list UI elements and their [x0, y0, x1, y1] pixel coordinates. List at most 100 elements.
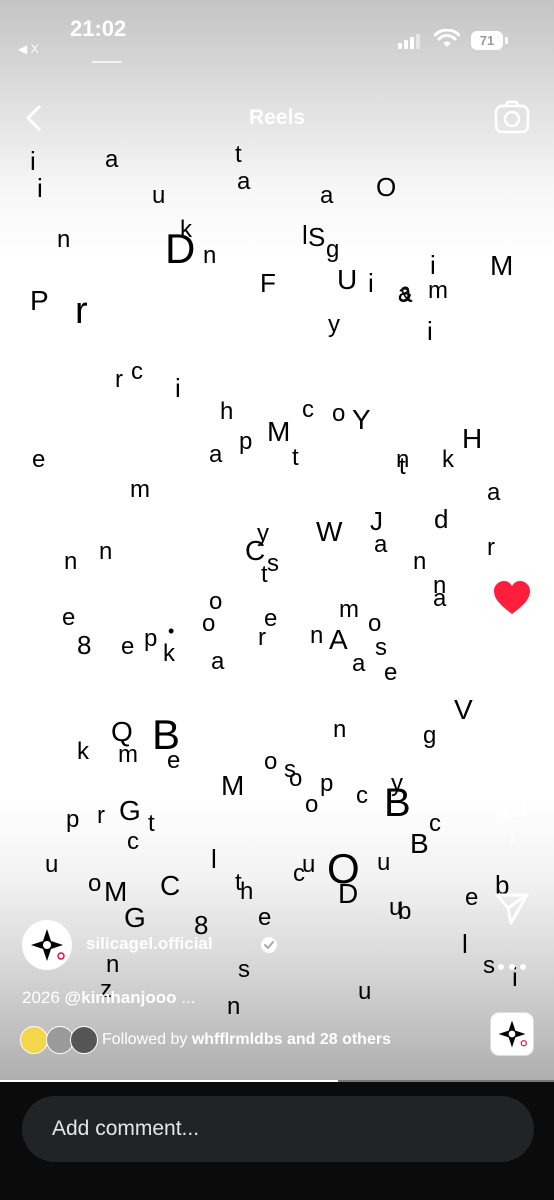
video-letter: t — [399, 453, 406, 480]
status-time: 21:02 — [70, 16, 127, 41]
video-letter: i — [427, 316, 433, 346]
video-letter: e — [465, 884, 479, 911]
video-letter: u — [152, 182, 166, 209]
video-letter: n — [64, 548, 78, 575]
video-letter: • — [168, 621, 175, 641]
video-letter: l — [211, 844, 217, 874]
author-avatar[interactable] — [22, 920, 72, 970]
video-letter: & — [398, 282, 413, 307]
video-letter: t — [292, 444, 299, 471]
video-letter: k — [163, 640, 175, 667]
share-button[interactable] — [480, 890, 544, 931]
caption-text: 2026 — [22, 988, 65, 1007]
reel-screen[interactable]: i a t i a u a On k Dl Sg n i M F Ui a & m Pr y i r c i h c o Y M Ha p t n… — [0, 0, 554, 1200]
video-letter: 8 — [77, 630, 92, 660]
video-letter: a — [487, 479, 501, 506]
video-letter: o — [88, 870, 102, 897]
caption-mention[interactable]: @kimhanjooo — [65, 988, 177, 1007]
video-letter: Y — [352, 404, 371, 435]
wifi-icon — [434, 29, 460, 47]
video-letter: i — [30, 146, 36, 176]
like-button[interactable]: Likes — [480, 580, 544, 638]
video-letter: a — [209, 441, 223, 468]
video-letter: n — [413, 548, 427, 575]
followed-user[interactable]: whfflrmldbs — [192, 1031, 283, 1048]
video-letter: e — [258, 904, 272, 931]
video-letter: c — [356, 782, 368, 809]
followed-suffix: and 28 others — [282, 1031, 391, 1048]
video-letter: a — [433, 585, 447, 612]
video-letter: e — [121, 633, 135, 660]
comment-input[interactable] — [22, 1096, 534, 1162]
video-letter: e — [62, 604, 76, 631]
video-letter: r — [487, 534, 495, 561]
battery-indicator: 71 — [471, 31, 503, 50]
video-letter: y — [328, 311, 340, 338]
video-letter: n — [227, 993, 241, 1020]
video-letter: V — [454, 694, 473, 725]
audio-thumbnail[interactable] — [490, 1012, 534, 1056]
video-letter: o — [305, 791, 319, 818]
reposts-count: 1 — [507, 829, 517, 846]
video-letter: n — [57, 226, 71, 253]
author-username[interactable]: silicagel.official — [86, 934, 213, 954]
video-letter: g — [326, 236, 340, 263]
camera-icon[interactable] — [494, 100, 530, 134]
video-letter: p — [320, 770, 334, 797]
video-letter: n — [106, 951, 120, 978]
video-letter: r — [75, 290, 88, 332]
video-letter: s — [238, 956, 250, 983]
video-letter: u — [377, 849, 391, 876]
video-letter: m — [118, 741, 138, 768]
reel-video-letters: i a t i a u a On k Dl Sg n i M F Ui a & m Pr y i r c i h c o Y M Ha p t n… — [0, 0, 554, 1080]
video-letter: B — [384, 781, 411, 825]
video-letter: i — [430, 250, 436, 280]
video-letter: e — [264, 605, 278, 632]
video-letter: r — [115, 366, 123, 393]
video-letter: s — [375, 634, 387, 661]
video-letter: a — [237, 168, 251, 195]
video-letter: n — [333, 716, 347, 743]
video-letter: i — [368, 268, 374, 298]
video-letter: i — [37, 173, 43, 203]
post-caption[interactable]: 2026 @kimhanjooo ... — [22, 988, 195, 1008]
video-letter: H — [462, 423, 483, 454]
status-pill — [92, 61, 122, 63]
band-logo-icon — [498, 1020, 527, 1048]
video-letter: M — [221, 770, 245, 801]
repost-icon — [498, 786, 526, 822]
video-letter: u — [358, 978, 372, 1005]
video-letter: o — [289, 765, 303, 792]
video-letter: c — [293, 860, 305, 887]
followed-by-text: Followed by whfflrmldbs and 28 others — [102, 1031, 391, 1049]
heart-icon — [494, 581, 530, 614]
video-letter: o — [332, 400, 346, 427]
video-letter: i — [175, 373, 181, 403]
repost-button[interactable]: 1 — [480, 784, 544, 846]
battery-tip — [505, 37, 508, 44]
comment-button[interactable]: 4 — [480, 684, 544, 746]
follower-avatar — [70, 1026, 98, 1054]
follower-avatar — [20, 1026, 48, 1054]
more-options-button[interactable] — [480, 958, 544, 976]
comments-count: 4 — [507, 729, 517, 746]
video-letter: t — [235, 141, 242, 168]
video-letter: c — [131, 358, 143, 385]
video-letter: e — [384, 659, 398, 686]
video-letter: p — [66, 806, 80, 833]
video-letter: a — [352, 650, 366, 677]
followed-prefix: Followed by — [102, 1031, 192, 1048]
more-dots-icon — [498, 964, 526, 970]
back-to-app-link[interactable]: ◀ X — [18, 42, 39, 56]
video-letter: c — [302, 396, 314, 423]
video-letter: l — [462, 929, 468, 959]
caption-more[interactable]: ... — [177, 988, 195, 1007]
video-letter: A — [329, 624, 348, 655]
send-icon — [495, 893, 529, 925]
video-letter: n — [310, 622, 324, 649]
video-letter: s — [267, 550, 279, 577]
video-letter: c — [127, 828, 139, 855]
video-letter: G — [119, 795, 141, 826]
verified-badge-icon — [261, 937, 277, 953]
video-letter: D — [165, 225, 196, 272]
